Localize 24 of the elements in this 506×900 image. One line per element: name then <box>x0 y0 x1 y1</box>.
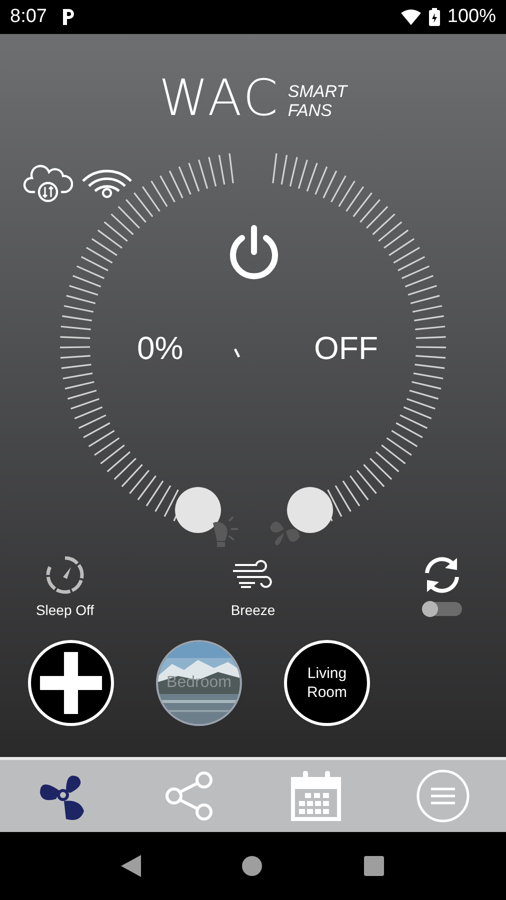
back-icon[interactable] <box>121 855 141 877</box>
toggle-switch[interactable] <box>422 602 462 616</box>
wind-icon[interactable] <box>231 559 275 591</box>
parking-icon <box>60 8 75 26</box>
battery-percentage: 100% <box>447 4 496 29</box>
mode-label: Breeze <box>230 601 276 619</box>
light-state-reading: OFF <box>314 330 378 366</box>
mode-label: Sleep Off <box>36 601 94 619</box>
slider-handle[interactable] <box>175 487 221 533</box>
battery-charging-icon <box>429 8 440 26</box>
slider-handle[interactable] <box>287 487 333 533</box>
recents-icon[interactable] <box>363 855 385 877</box>
logo-tagline: SMART <box>288 82 348 101</box>
clock: 8:07 <box>10 4 47 29</box>
fan-speed-reading: 0% <box>137 330 184 366</box>
indicator-icon <box>233 348 241 358</box>
brand-logo-text: WAC <box>158 76 280 120</box>
home-icon[interactable] <box>241 855 263 877</box>
timer-gauge-icon[interactable] <box>44 554 86 596</box>
cloud-sync-icon[interactable] <box>23 164 73 202</box>
room-button[interactable]: Living Room <box>284 640 370 726</box>
wifi-icon <box>401 9 422 25</box>
plus-icon <box>40 652 102 714</box>
logo-tagline: FANS <box>288 101 333 120</box>
